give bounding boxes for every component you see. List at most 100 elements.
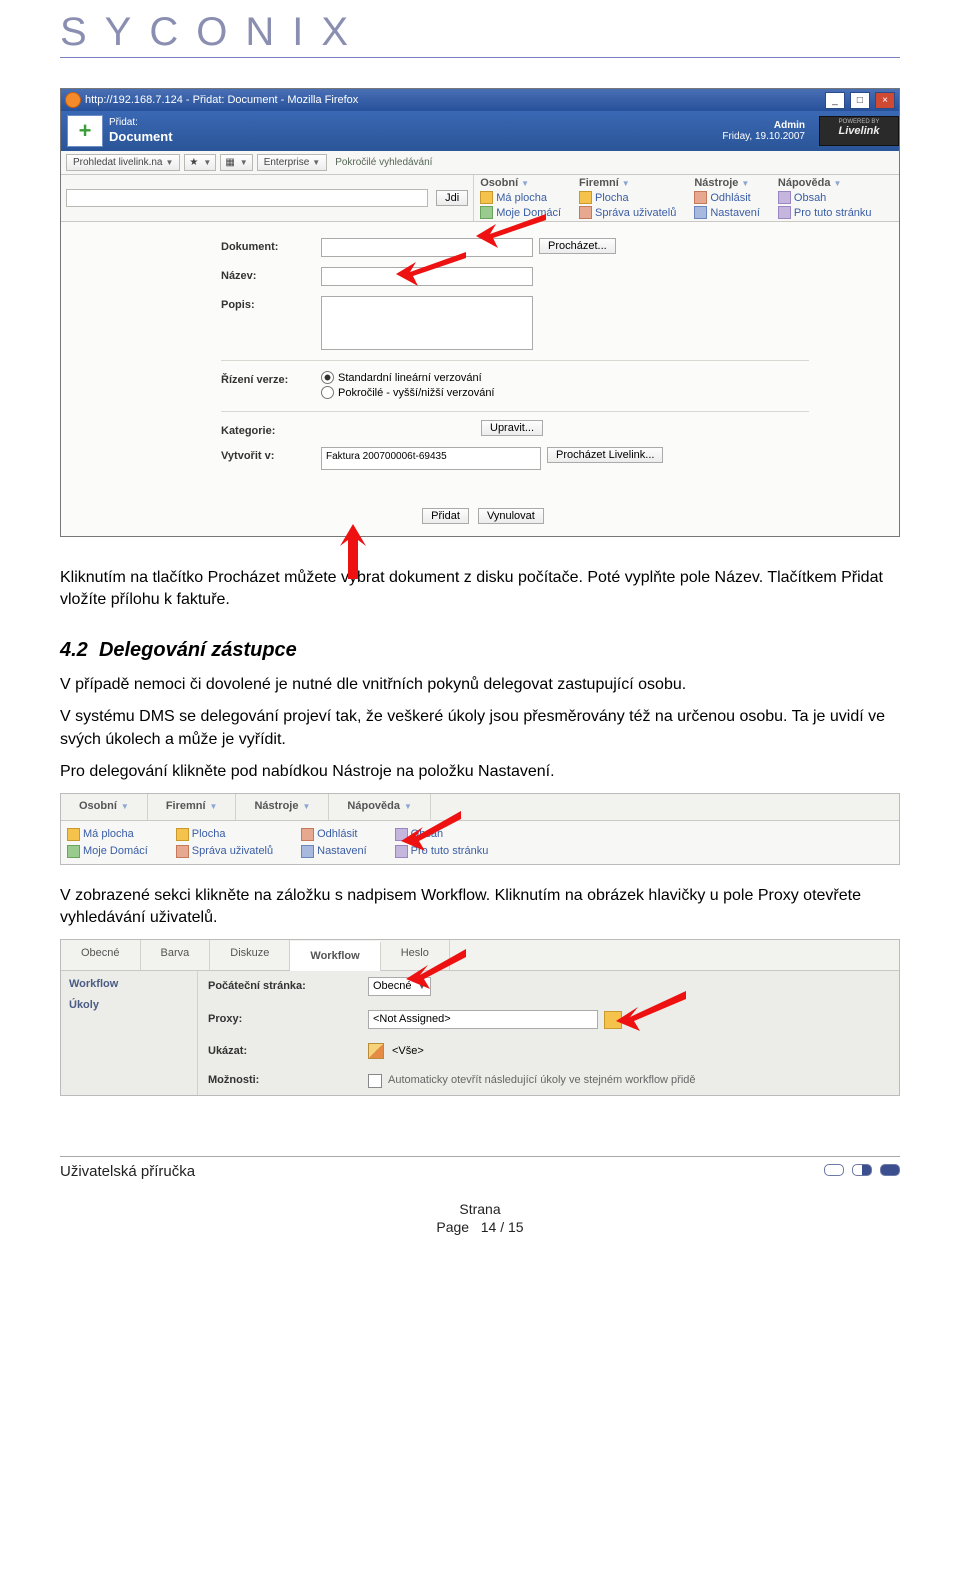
tab-firemni[interactable]: Firemní▼ [148, 794, 237, 819]
link-plocha[interactable]: Plocha [579, 191, 676, 204]
browse-livelink-button[interactable]: Procházet Livelink... [547, 447, 663, 463]
screenshot-workflow: Obecné Barva Diskuze Workflow Heslo Work… [60, 939, 900, 1096]
workflow-side: Workflow Úkoly [61, 971, 198, 1095]
window-buttons: _ □ × [823, 92, 895, 109]
link-odhlasit[interactable]: Odhlásit [301, 827, 367, 842]
moznosti-text: Automaticky otevřít následující úkoly ve… [388, 1073, 696, 1088]
radio-advanced[interactable] [321, 386, 334, 399]
link-moje-domaci[interactable]: Moje Domácí [480, 206, 561, 219]
add-icon: + [67, 115, 103, 147]
menu-napoveda[interactable]: Nápověda▼ [778, 177, 842, 189]
tab-diskuze[interactable]: Diskuze [210, 940, 290, 969]
search-input[interactable] [66, 189, 428, 207]
checkbox-moznosti[interactable] [368, 1074, 382, 1088]
section-heading: 4.2 Delegování zástupce [60, 636, 900, 664]
maximize-icon[interactable]: □ [850, 92, 870, 109]
paragraph: Pro delegování klikněte pod nabídkou Nás… [60, 761, 900, 783]
label-nazev: Název: [221, 267, 321, 282]
label-proxy: Proxy: [208, 1012, 368, 1027]
advanced-search-link[interactable]: Pokročilé vyhledávání [335, 157, 432, 168]
form-footer: Přidat Vynulovat [61, 500, 899, 536]
side-ukoly[interactable]: Úkoly [69, 998, 189, 1013]
link-nastaveni[interactable]: Nastavení [301, 844, 367, 859]
radio-standard-label: Standardní lineární verzování [338, 372, 482, 384]
tab-napoveda[interactable]: Nápověda▼ [329, 794, 431, 819]
breadcrumb-big: Document [109, 129, 722, 145]
date-label: Friday, 19.10.2007 [722, 131, 805, 142]
textarea-popis[interactable] [321, 296, 533, 350]
firefox-logo-icon [65, 92, 81, 108]
link-pro-tuto[interactable]: Pro tuto stránku [778, 206, 872, 219]
paragraph: V zobrazené sekci klikněte na záložku s … [60, 885, 900, 930]
tab-barva[interactable]: Barva [141, 940, 211, 969]
prochazet-button[interactable]: Procházet... [539, 238, 616, 254]
tab-obecne[interactable]: Obecné [61, 940, 141, 969]
input-vytvorit[interactable]: Faktura 200700006t-69435 [321, 447, 541, 470]
label-moznosti: Možnosti: [208, 1073, 368, 1088]
link-plocha[interactable]: Plocha [176, 827, 273, 842]
label-vytvorit: Vytvořit v: [221, 447, 321, 462]
window-title: http://192.168.7.124 - Přidat: Document … [81, 94, 823, 106]
input-nazev[interactable] [321, 267, 533, 286]
window-titlebar: http://192.168.7.124 - Přidat: Document … [61, 89, 899, 111]
link-sprava[interactable]: Správa uživatelů [176, 844, 273, 859]
tab-heslo[interactable]: Heslo [381, 940, 450, 969]
close-icon[interactable]: × [875, 92, 895, 109]
star-icon[interactable]: ★▼ [184, 154, 216, 171]
page-empty-icon [824, 1164, 844, 1176]
link-moje-domaci[interactable]: Moje Domácí [67, 844, 148, 859]
pencil-icon[interactable] [368, 1043, 384, 1059]
ukazat-value: <Vše> [392, 1044, 424, 1059]
label-rizeni: Řízení verze: [221, 371, 321, 386]
footer-page: Page [436, 1219, 469, 1235]
go-button[interactable]: Jdi [436, 190, 468, 206]
tab-workflow[interactable]: Workflow [290, 941, 380, 970]
paragraph: Kliknutím na tlačítko Procházet můžete v… [60, 567, 900, 612]
link-pro-tuto[interactable]: Pro tuto stránku [395, 844, 489, 859]
screenshot-main: http://192.168.7.124 - Přidat: Document … [60, 88, 900, 537]
logo-underline [60, 57, 900, 58]
link-nastaveni[interactable]: Nastavení [694, 206, 760, 219]
tab-osobni[interactable]: Osobní▼ [61, 794, 148, 819]
link-sprava[interactable]: Správa uživatelů [579, 206, 676, 219]
upravit-button[interactable]: Upravit... [481, 420, 543, 436]
footer-pagenum: 14 / 15 [481, 1219, 524, 1235]
minimize-icon[interactable]: _ [825, 92, 845, 109]
search-toolbar: Prohledat livelink.na▼ ★▼ ▦▼ Enterprise▼… [61, 151, 899, 175]
search-scope-button[interactable]: Prohledat livelink.na▼ [66, 154, 180, 171]
paragraph: V systému DMS se delegování projeví tak,… [60, 706, 900, 751]
pridat-button[interactable]: Přidat [422, 508, 469, 524]
link-obsah[interactable]: Obsah [778, 191, 872, 204]
footer-title: Uživatelská příručka [60, 1163, 195, 1180]
screenshot-nav: Osobní▼ Firemní▼ Nástroje▼ Nápověda▼ Má … [60, 793, 900, 864]
input-proxy[interactable]: <Not Assigned> [368, 1010, 598, 1029]
radio-standard[interactable] [321, 371, 334, 384]
menu-firemni[interactable]: Firemní▼ [579, 177, 630, 189]
page-half-icon [852, 1164, 872, 1176]
side-workflow[interactable]: Workflow [69, 977, 189, 992]
footer-strana: Strana [60, 1200, 900, 1218]
pager-icons [820, 1163, 900, 1180]
page-full-icon [880, 1164, 900, 1176]
radio-advanced-label: Pokročilé - vyšší/nižší verzování [338, 387, 495, 399]
admin-label: Admin [722, 120, 805, 131]
vynulovat-button[interactable]: Vynulovat [478, 508, 544, 524]
form-divider-2 [221, 411, 809, 412]
link-ma-plocha[interactable]: Má plocha [480, 191, 561, 204]
livelink-logo: POWERED BY Livelink [819, 116, 899, 146]
input-dokument[interactable] [321, 238, 533, 257]
logo-text: SYCONIX [60, 10, 900, 55]
label-pocatecni: Počáteční stránka: [208, 979, 368, 994]
paragraph: V případě nemoci či dovolené je nutné dl… [60, 674, 900, 696]
enterprise-button[interactable]: Enterprise▼ [257, 154, 328, 171]
link-odhlasit[interactable]: Odhlásit [694, 191, 760, 204]
menu-nastroje[interactable]: Nástroje▼ [694, 177, 749, 189]
link-obsah[interactable]: Obsah [395, 827, 489, 842]
grid-icon[interactable]: ▦▼ [220, 154, 252, 171]
menu-osobni[interactable]: Osobní▼ [480, 177, 529, 189]
link-ma-plocha[interactable]: Má plocha [67, 827, 148, 842]
proxy-user-icon[interactable] [604, 1011, 622, 1029]
page-footer: Uživatelská příručka Strana Page 14 / 15 [60, 1156, 900, 1236]
tab-nastroje[interactable]: Nástroje▼ [236, 794, 329, 819]
select-pocatecni[interactable]: Obecné▼ [368, 977, 431, 996]
